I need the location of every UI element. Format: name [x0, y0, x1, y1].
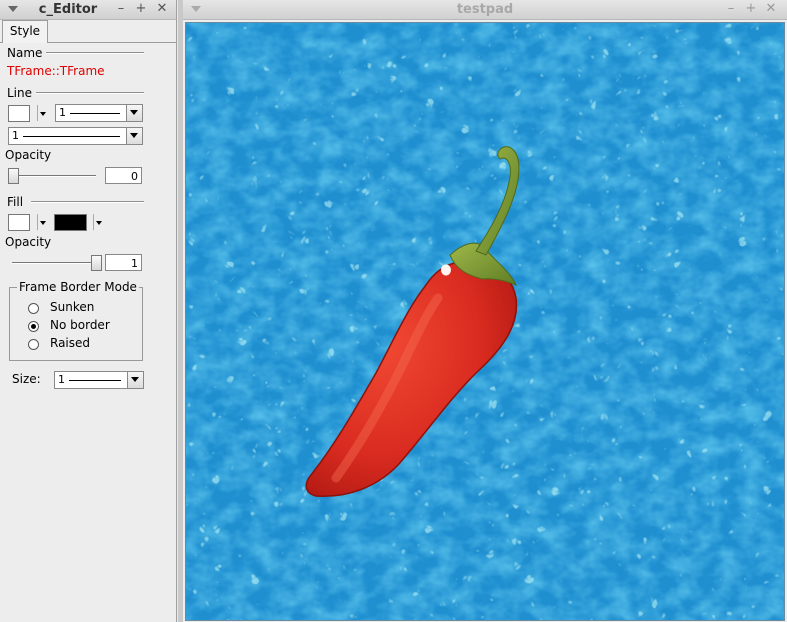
line-opacity-input[interactable]: 0 [105, 167, 142, 184]
testpad-window: testpad – + ✕ [183, 0, 787, 622]
line-width-select[interactable]: 1 [55, 104, 143, 122]
editor-titlebar[interactable]: c_Editor – + ✕ [0, 0, 176, 20]
radio-no-border[interactable] [28, 321, 39, 332]
chevron-down-icon[interactable] [127, 372, 143, 388]
testpad-canvas[interactable] [185, 22, 785, 621]
size-label: Size: [12, 372, 41, 386]
fill-opacity-input[interactable]: 1 [105, 254, 142, 271]
radio-no-border-label[interactable]: No border [50, 318, 110, 332]
fill-label: Fill [7, 195, 24, 209]
fill-opacity-slider[interactable] [12, 262, 98, 264]
maximize-button[interactable]: + [134, 2, 148, 16]
editor-window: c_Editor – + ✕ Style Name TFrame::TFrame… [0, 0, 177, 622]
line-opacity-slider-handle[interactable] [8, 168, 19, 184]
size-select[interactable]: 1 [54, 371, 144, 389]
chevron-down-icon[interactable] [126, 105, 142, 121]
fill-pattern-swatch[interactable] [54, 214, 87, 231]
line-divider [36, 92, 144, 94]
fill-opacity-label: Opacity [5, 235, 52, 249]
line-style-select[interactable]: 1 [8, 127, 143, 145]
fill-pattern-dropdown-icon[interactable] [93, 214, 104, 230]
name-label: Name [7, 46, 43, 60]
name-divider [46, 52, 144, 54]
name-value: TFrame::TFrame [7, 64, 105, 78]
radio-sunken-label[interactable]: Sunken [50, 300, 94, 314]
radio-sunken[interactable] [28, 303, 39, 314]
close-button[interactable]: ✕ [764, 2, 778, 16]
line-label: Line [7, 86, 33, 100]
radio-raised-label[interactable]: Raised [50, 336, 90, 350]
testpad-titlebar[interactable]: testpad – + ✕ [183, 0, 787, 20]
pepper-on-water-image [186, 23, 784, 620]
frame-border-mode-title: Frame Border Mode [17, 280, 139, 294]
fill-color-dropdown-icon[interactable] [37, 214, 48, 230]
editor-title: c_Editor [38, 2, 98, 17]
radio-raised[interactable] [28, 339, 39, 350]
close-button[interactable]: ✕ [155, 2, 169, 16]
line-color-swatch[interactable] [8, 105, 30, 122]
fill-opacity-slider-handle[interactable] [91, 255, 102, 271]
testpad-title: testpad [456, 2, 514, 17]
tab-bar: Style [0, 20, 176, 43]
tab-style[interactable]: Style [2, 20, 48, 43]
minimize-button[interactable]: – [724, 2, 738, 16]
line-color-dropdown-icon[interactable] [37, 105, 48, 121]
minimize-button[interactable]: – [114, 2, 128, 16]
fill-divider [31, 201, 144, 203]
maximize-button[interactable]: + [744, 2, 758, 16]
fill-color-swatch[interactable] [8, 214, 30, 231]
chevron-down-icon[interactable] [126, 128, 142, 144]
line-opacity-label: Opacity [5, 148, 52, 162]
line-opacity-slider[interactable] [10, 175, 96, 177]
